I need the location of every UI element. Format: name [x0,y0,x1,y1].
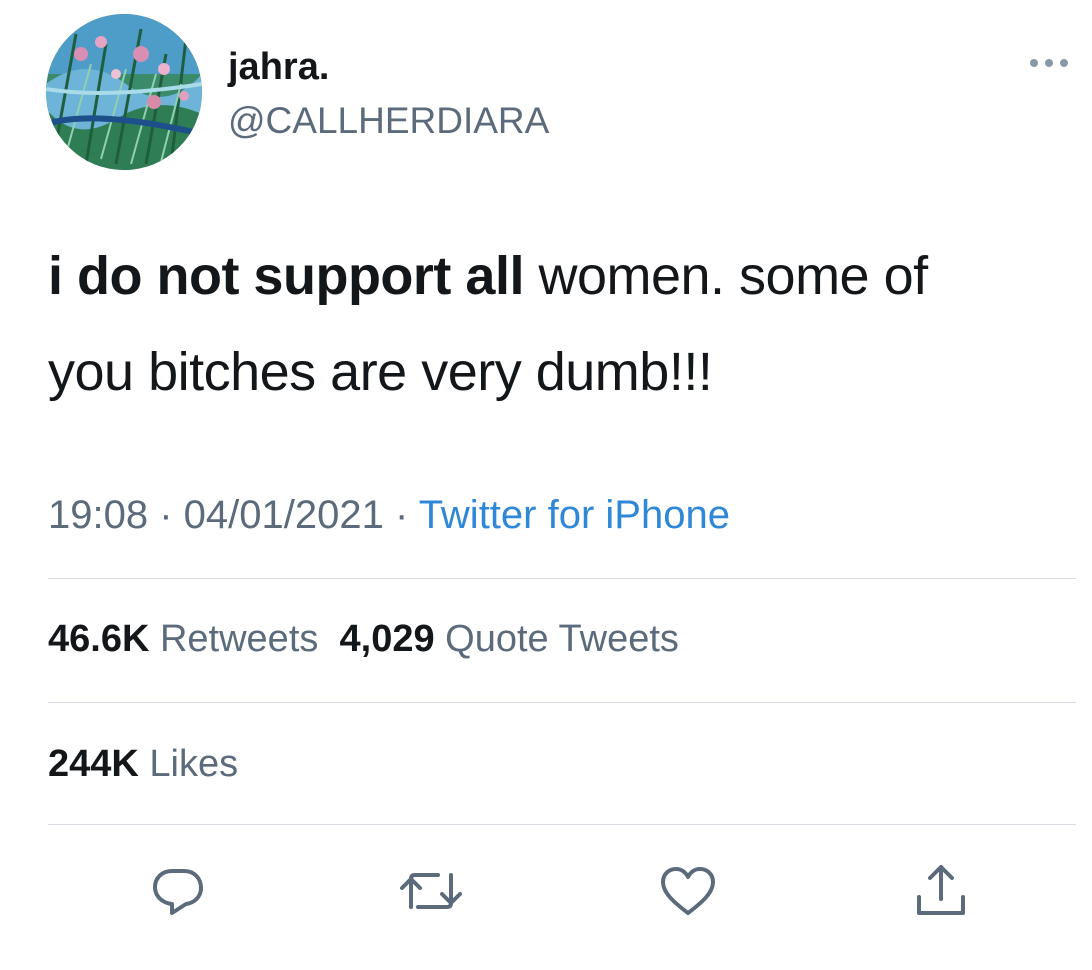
heart-icon [661,867,715,915]
retweet-icon [400,873,462,909]
divider [48,578,1076,579]
tweet-time: 19:08 [48,493,149,537]
share-icon [917,865,965,915]
likes-count: 244K [48,743,139,785]
like-button[interactable] [653,856,723,926]
share-button[interactable] [906,856,976,926]
quotes-label: Quote Tweets [445,618,679,660]
tweet-text-line1: women. some of [523,246,928,306]
reply-icon [153,869,203,915]
retweets-stat[interactable]: 46.6K Retweets [48,618,318,660]
meta-separator: · [148,493,184,537]
quote-tweets-stat[interactable]: 4,029 Quote Tweets [340,618,679,660]
quotes-count: 4,029 [339,618,435,660]
likes-stats: 244K Likes [48,740,238,788]
retweet-stats: 46.6K Retweets 4,029 Quote Tweets [48,615,679,663]
user-handle[interactable]: @CALLHERDIARA [228,98,549,144]
meta-separator: · [383,493,419,537]
tweet-source-link[interactable]: Twitter for iPhone [419,493,730,537]
more-options-button[interactable] [1024,48,1074,78]
likes-label: Likes [149,743,239,785]
divider [48,824,1076,825]
retweets-label: Retweets [159,618,319,660]
more-icon [1030,59,1068,67]
retweets-count: 46.6K [48,618,150,660]
retweet-button[interactable] [396,856,466,926]
display-name[interactable]: jahra. [228,44,329,90]
likes-stat[interactable]: 244K Likes [48,743,238,785]
tweet-meta: 19:08 · 04/01/2021 · Twitter for iPhone [48,490,730,540]
avatar-image [46,14,202,170]
divider [48,702,1076,703]
tweet-text-bold: i do not support all [48,246,524,306]
tweet-text-line2: you bitches are very dumb!!! [48,342,713,402]
tweet-text: i do not support all women. some of you … [48,228,1088,420]
action-bar [0,856,1092,926]
reply-button[interactable] [143,856,213,926]
tweet-date: 04/01/2021 [183,493,384,537]
avatar[interactable] [46,14,202,170]
